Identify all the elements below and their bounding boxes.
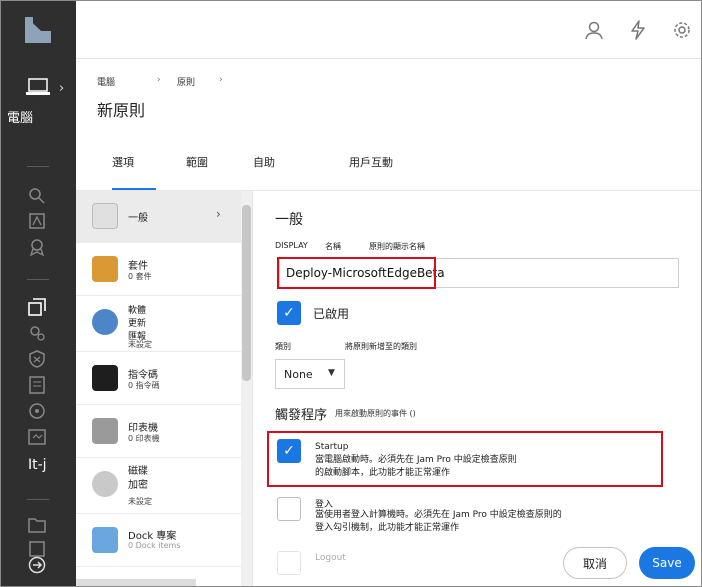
general-form: 一般 DISPLAY 名稱 原則的顯示名稱 Deploy-MicrosoftEd…: [253, 191, 701, 586]
payload-disk-encryption[interactable]: 磁碟 加密 未設定: [76, 459, 241, 514]
save-button[interactable]: Save: [639, 547, 695, 579]
logout-checkbox[interactable]: [277, 551, 301, 575]
highlight-box: [277, 257, 436, 289]
cancel-button[interactable]: 取消: [563, 547, 627, 579]
payload-label: 套件: [128, 261, 148, 272]
bolt-icon[interactable]: [625, 17, 651, 43]
printer-icon: [92, 418, 118, 444]
settings-icon[interactable]: [27, 323, 47, 343]
left-rail: › 電腦 It-j: [1, 59, 76, 586]
logo-icon: [25, 17, 51, 43]
tab-bar: 選項 範圍 自助 用戶互動: [76, 138, 701, 191]
tab-user-interaction[interactable]: 用戶互動: [349, 154, 393, 170]
category-value: None: [284, 368, 313, 381]
breadcrumb-policies[interactable]: 原則: [177, 75, 219, 88]
payload-scrollbar[interactable]: [241, 191, 252, 586]
share-icon[interactable]: [27, 401, 47, 421]
payload-count: 0 Dock items: [128, 541, 181, 550]
payload-scripts[interactable]: 指令碼 0 指令碼: [76, 353, 241, 405]
payload-dock[interactable]: Dock 專案 0 Dock items: [76, 515, 241, 567]
breadcrumb-separator: ›: [219, 75, 223, 85]
chevron-right-icon: ›: [216, 207, 221, 221]
app-logo[interactable]: [1, 1, 76, 59]
disk-encryption-icon: [92, 471, 118, 497]
payload-count: 0 套件: [128, 272, 152, 281]
package-icon: [92, 256, 118, 282]
active-tab-indicator: [112, 188, 156, 190]
payload-label: 一般: [128, 213, 148, 224]
breadcrumb-computers[interactable]: 電腦: [97, 75, 157, 88]
display-label: DISPLAY: [275, 241, 308, 250]
payload-general[interactable]: 一般 ›: [76, 191, 241, 243]
payload-printers[interactable]: 印表機 0 印表機: [76, 406, 241, 458]
chevron-down-icon: ▼: [328, 368, 335, 378]
payload-status: 未設定: [128, 340, 152, 349]
tab-scope[interactable]: 範圍: [186, 154, 208, 170]
rail-divider: [27, 499, 49, 500]
payload-software-update[interactable]: 軟體 更新 匯報 未設定: [76, 297, 241, 352]
rail-expand-chevron[interactable]: ›: [59, 81, 64, 96]
breadcrumb-separator: ›: [157, 75, 161, 85]
trigger-title: 觸發程序: [275, 408, 328, 423]
scroll-thumb[interactable]: [242, 205, 251, 381]
payload-label: Dock 專案: [128, 531, 177, 542]
policies-icon[interactable]: [27, 297, 47, 317]
category-hint: 將原則新增至的類別: [345, 342, 417, 351]
dock-icon: [92, 527, 118, 553]
breadcrumb: 電腦 › 原則 ›: [97, 75, 239, 88]
rail-section-label[interactable]: 電腦: [7, 107, 33, 126]
name-hint: 原則的顯示名稱: [369, 242, 425, 251]
laptop-icon[interactable]: [26, 77, 50, 97]
page-title: 新原則: [97, 101, 146, 120]
rail-bottom-label[interactable]: It-j: [28, 457, 47, 473]
search-icon[interactable]: [27, 186, 47, 206]
login-checkbox[interactable]: [277, 497, 301, 521]
script-icon: [92, 365, 118, 391]
trigger-name: Logout: [315, 553, 346, 563]
enabled-checkbox[interactable]: ✓: [277, 301, 301, 325]
inventory-icon[interactable]: [27, 211, 47, 231]
top-bar: [1, 1, 701, 59]
highlight-box: [267, 431, 663, 487]
collapse-icon[interactable]: [27, 555, 47, 575]
enrollment-icon[interactable]: [27, 427, 47, 447]
security-icon[interactable]: [27, 349, 47, 369]
rail-divider: [27, 279, 49, 280]
category-select[interactable]: None ▼: [275, 359, 345, 389]
general-icon: [92, 203, 118, 229]
software-update-icon: [92, 309, 118, 335]
horizontal-scrollbar[interactable]: [76, 579, 196, 586]
payload-packages[interactable]: 套件 0 套件: [76, 244, 241, 296]
folder-icon[interactable]: [27, 515, 47, 535]
payload-label: 指令碼: [128, 370, 158, 381]
payload-status: 未設定: [128, 497, 152, 506]
payload-label: 磁碟 加密: [128, 466, 148, 491]
payload-count: 0 指令碼: [128, 381, 160, 390]
gear-icon[interactable]: [669, 17, 695, 43]
payload-count: 0 印表機: [128, 434, 160, 443]
user-icon[interactable]: [581, 17, 607, 43]
rail-divider: [27, 166, 49, 167]
tab-self-service[interactable]: 自助: [253, 154, 275, 170]
name-label: 名稱: [325, 242, 341, 251]
category-label: 類別: [275, 342, 291, 351]
section-title: 一般: [275, 212, 303, 228]
enabled-label: 已啟用: [313, 307, 350, 321]
reports-icon[interactable]: [27, 375, 47, 395]
tab-options[interactable]: 選項: [112, 154, 134, 170]
app-window: › 電腦 It-j 電腦 › 原則 › 新原則 選項 範圍 自助 用戶互動 一般…: [0, 0, 702, 587]
payload-label: 印表機: [128, 423, 158, 434]
payload-list: 一般 › 套件 0 套件 軟體 更新 匯報 未設定 指令碼 0 指令碼 印表機 …: [76, 191, 253, 586]
trigger-hint: 用來啟動原則的事件 (): [335, 409, 416, 418]
trigger-description: 當使用者登入計算機時。必須先在 Jam Pro 中設定檢查原則的登入勾引機制，此…: [315, 510, 562, 533]
smart-group-icon[interactable]: [27, 237, 47, 257]
